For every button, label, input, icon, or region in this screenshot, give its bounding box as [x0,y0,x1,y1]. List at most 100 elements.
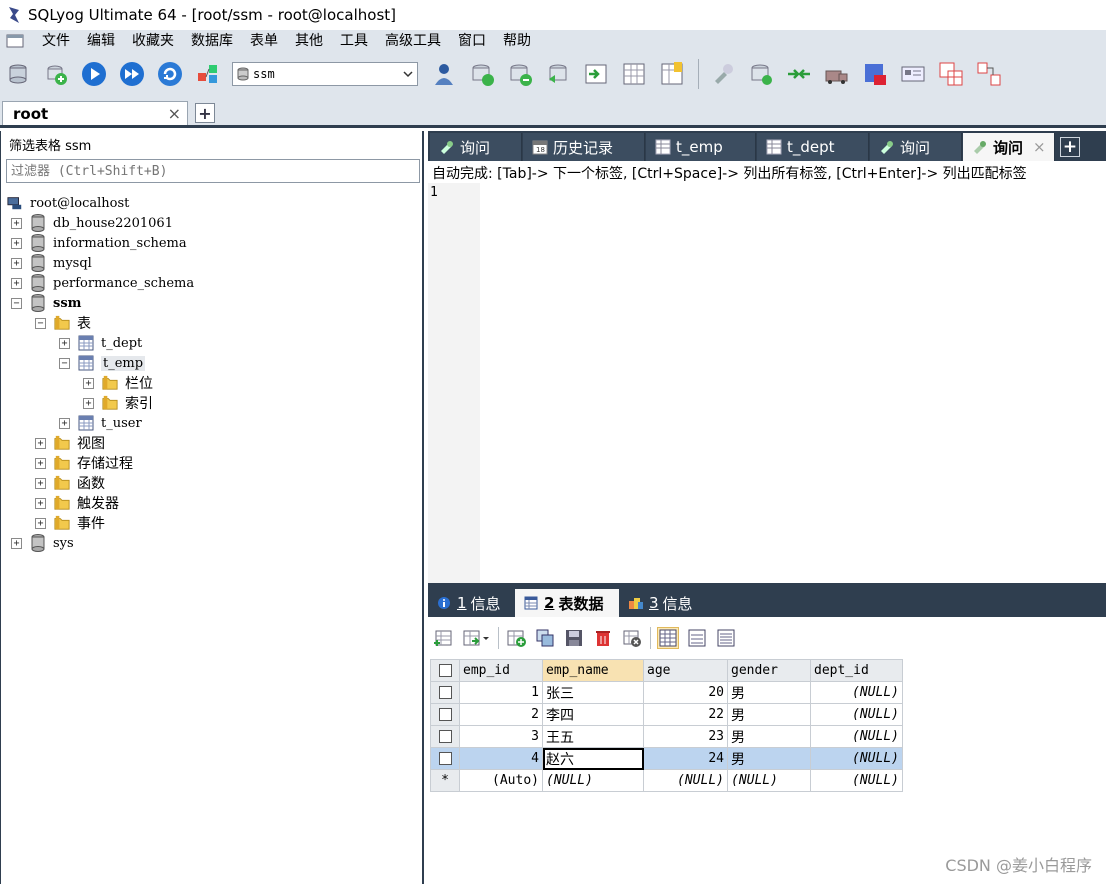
tree-node-root[interactable]: root@localhost [7,193,129,213]
cell-emp-id[interactable]: 3 [459,725,543,748]
tree-node-performance-schema[interactable]: + performance_schema [11,273,194,293]
cell-emp-name-focused[interactable]: 赵六 [542,747,644,770]
menu-file[interactable]: 文件 [34,30,79,52]
schema-designer-icon[interactable] [975,60,1003,88]
cell-emp-name[interactable]: 李四 [542,703,644,726]
column-header-gender[interactable]: gender [727,659,811,682]
cell-age[interactable]: 20 [643,681,728,704]
tab-query-active[interactable]: 询问 × [963,133,1055,161]
tools-icon[interactable] [709,60,737,88]
expand-icon[interactable]: + [11,257,22,269]
column-header-emp-id[interactable]: emp_id [459,659,543,682]
tree-node-tables-folder[interactable]: − 表 [35,313,91,333]
menu-window[interactable]: 窗口 [450,30,495,52]
column-header-emp-name[interactable]: emp_name [542,659,644,682]
refresh-icon[interactable] [156,60,184,88]
collapse-icon[interactable]: − [35,317,46,329]
window-menu-icon[interactable] [4,32,26,50]
job-agent-icon[interactable] [861,60,889,88]
close-icon[interactable]: × [168,104,181,123]
cell-age[interactable]: 24 [643,747,728,770]
delete-icon[interactable] [592,627,614,649]
table-properties-icon[interactable] [658,60,686,88]
sql-editor[interactable]: 自动完成: [Tab]-> 下一个标签, [Ctrl+Space]-> 列出所有… [428,161,1106,583]
tab-result-info-3[interactable]: 3 信息 [620,589,706,617]
user-manager-icon[interactable] [430,60,458,88]
expand-icon[interactable]: + [35,477,46,489]
tab-result-info[interactable]: 1 信息 [428,589,514,617]
insert-row-icon[interactable] [432,627,454,649]
expand-icon[interactable]: + [11,217,22,229]
cell-gender[interactable]: 男 [727,703,811,726]
tab-result-table-data[interactable]: 2 表数据 [515,589,619,617]
tab-history[interactable]: 18 历史记录 [523,133,645,161]
cell-emp-id[interactable]: (Auto) [459,769,543,792]
row-checkbox[interactable] [430,681,460,704]
menu-edit[interactable]: 编辑 [79,30,124,52]
new-query-tab-button[interactable]: + [1060,137,1080,157]
copy-database-icon[interactable] [468,60,496,88]
tab-query-1[interactable]: 询问 [430,133,522,161]
column-header-dept-id[interactable]: dept_id [810,659,903,682]
tab-t-emp[interactable]: t_emp [646,133,756,161]
tree-node-ssm[interactable]: − ssm [11,293,81,313]
expand-icon[interactable]: + [59,417,70,429]
cancel-changes-icon[interactable] [621,627,643,649]
export-dropdown-icon[interactable] [461,627,491,649]
table-grid-icon[interactable] [620,60,648,88]
cell-gender[interactable]: 男 [727,725,811,748]
tree-node-t-emp[interactable]: − t_emp [59,353,146,373]
expand-icon[interactable]: + [83,397,94,409]
cell-emp-name[interactable]: 王五 [542,725,644,748]
menu-other[interactable]: 其他 [287,30,332,52]
tree-node-functions-folder[interactable]: + 函数 [35,473,105,493]
close-icon[interactable]: × [1033,138,1046,156]
cell-age[interactable]: (NULL) [643,769,728,792]
cell-emp-name[interactable]: 张三 [542,681,644,704]
notification-icon[interactable] [899,60,927,88]
expand-icon[interactable]: + [35,437,46,449]
cell-emp-id[interactable]: 4 [459,747,543,770]
tree-node-procedures-folder[interactable]: + 存储过程 [35,453,133,473]
cell-emp-name[interactable]: (NULL) [542,769,644,792]
import-icon[interactable] [582,60,610,88]
expand-icon[interactable]: + [11,237,22,249]
grid-view-icon[interactable] [657,627,679,649]
tree-node-triggers-folder[interactable]: + 触发器 [35,493,119,513]
execute-query-icon[interactable] [80,60,108,88]
expand-icon[interactable]: + [59,337,70,349]
menu-database[interactable]: 数据库 [183,30,242,52]
filter-input[interactable] [6,159,420,183]
table-row[interactable]: 3 王五 23 男 (NULL) [430,725,903,748]
column-header-age[interactable]: age [643,659,728,682]
add-row-icon[interactable] [505,627,527,649]
cell-dept-id[interactable]: (NULL) [810,725,903,748]
cell-gender[interactable]: (NULL) [727,769,811,792]
tab-query-2[interactable]: 询问 [870,133,962,161]
connection-tab-root[interactable]: root × [2,101,188,125]
new-connection-tab-button[interactable]: + [195,103,215,123]
cell-gender[interactable]: 男 [727,681,811,704]
menu-tools[interactable]: 工具 [332,30,377,52]
expand-icon[interactable]: + [35,497,46,509]
menu-favorites[interactable]: 收藏夹 [124,30,183,52]
menu-advanced-tools[interactable]: 高级工具 [377,30,450,52]
cell-dept-id[interactable]: (NULL) [810,747,903,770]
tree-node-t-user[interactable]: + t_user [59,413,142,433]
cell-dept-id[interactable]: (NULL) [810,703,903,726]
save-icon[interactable] [563,627,585,649]
table-row[interactable]: 2 李四 22 男 (NULL) [430,703,903,726]
expand-icon[interactable]: + [11,537,22,549]
cell-gender[interactable]: 男 [727,747,811,770]
expand-icon[interactable]: + [35,457,46,469]
schema-sync-icon[interactable] [785,60,813,88]
cell-dept-id[interactable]: (NULL) [810,769,903,792]
expand-icon[interactable]: + [11,277,22,289]
backup-database-icon[interactable] [506,60,534,88]
row-checkbox[interactable] [430,747,460,770]
cell-age[interactable]: 22 [643,703,728,726]
table-row[interactable]: 1 张三 20 男 (NULL) [430,681,903,704]
collapse-icon[interactable]: − [59,357,70,369]
tree-node-mysql[interactable]: + mysql [11,253,92,273]
tree-node-indexes-folder[interactable]: + 索引 [83,393,153,413]
